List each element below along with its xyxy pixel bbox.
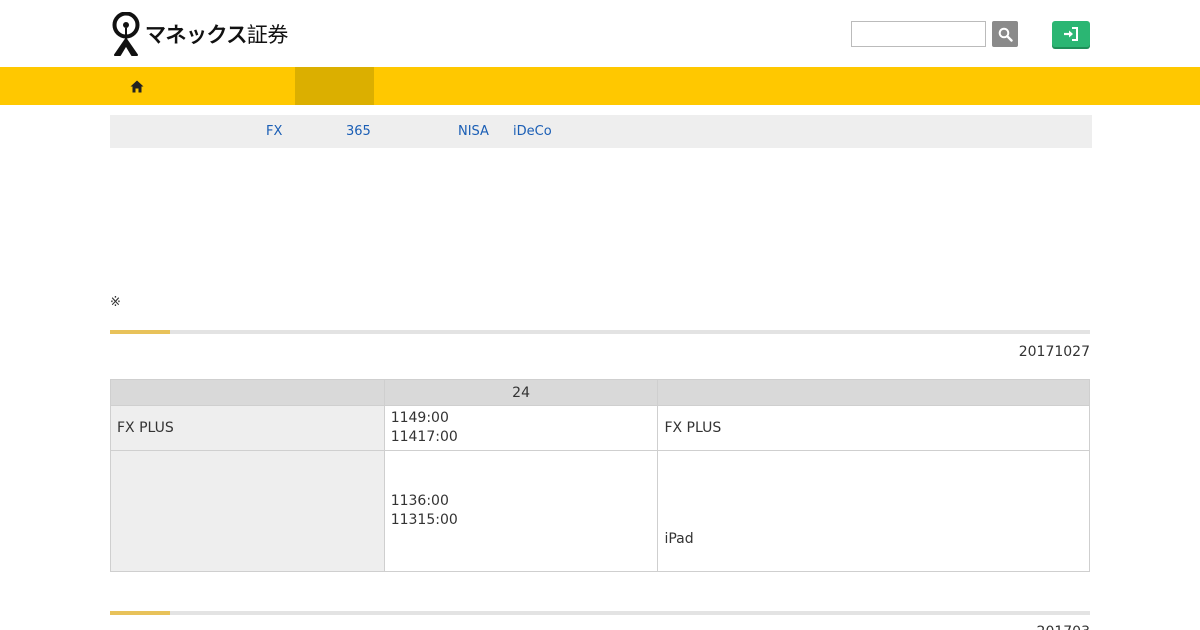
time-line: 1136:00 (390, 493, 449, 509)
time-line: 11315:00 (390, 512, 458, 528)
section-date: 20171027 (1018, 344, 1090, 360)
global-nav (0, 67, 1200, 105)
subnav-link-ideco[interactable]: iDeCo (513, 124, 552, 139)
monex-logo[interactable]: マネックス証券 (110, 11, 288, 57)
table-cell-detail: FX PLUS (657, 405, 1090, 451)
table-header-cell: 24 (383, 379, 659, 406)
time-line: 1149:00 (390, 410, 449, 426)
note-mark: ※ (110, 295, 121, 310)
table-cell-service: FX PLUS (110, 405, 385, 451)
table-cell-detail: iPad (657, 450, 1090, 572)
nav-home-link[interactable] (118, 67, 156, 105)
time-line: 11417:00 (390, 429, 458, 445)
divider-accent (110, 611, 170, 615)
login-icon (1064, 27, 1078, 41)
logo-text: マネックス証券 (145, 23, 288, 47)
divider-accent (110, 330, 170, 334)
site-header: マネックス証券 (0, 0, 1200, 67)
table-cell-time: 1149:00 11417:00 (383, 405, 659, 451)
table-header-row: 24 (110, 379, 1090, 406)
table-cell-time: 1136:00 11315:00 (383, 450, 659, 572)
search-button[interactable] (992, 21, 1018, 47)
login-button[interactable] (1052, 21, 1090, 47)
table-row: 1136:00 11315:00 iPad (110, 450, 1090, 572)
subnav-link-365[interactable]: 365 (346, 124, 371, 139)
nav-item-active[interactable] (295, 67, 374, 105)
table-header-cell (110, 379, 385, 406)
table-header-cell (657, 379, 1090, 406)
search-input[interactable] (851, 21, 986, 47)
sub-nav: FX 365 NISA iDeCo (110, 115, 1092, 148)
section-divider (110, 330, 1090, 334)
search-icon (998, 27, 1013, 42)
subnav-link-fx[interactable]: FX (266, 124, 282, 139)
table-row: FX PLUS 1149:00 11417:00 FX PLUS (110, 405, 1090, 451)
monex-mascot-icon (112, 12, 140, 56)
section-date: 201703 (1037, 624, 1090, 630)
section-divider (110, 611, 1090, 615)
maintenance-table: 24 FX PLUS 1149:00 11417:00 FX PLUS 1136… (110, 379, 1090, 572)
subnav-link-nisa[interactable]: NISA (458, 124, 489, 139)
home-icon (130, 80, 144, 92)
table-cell-service (110, 450, 385, 572)
